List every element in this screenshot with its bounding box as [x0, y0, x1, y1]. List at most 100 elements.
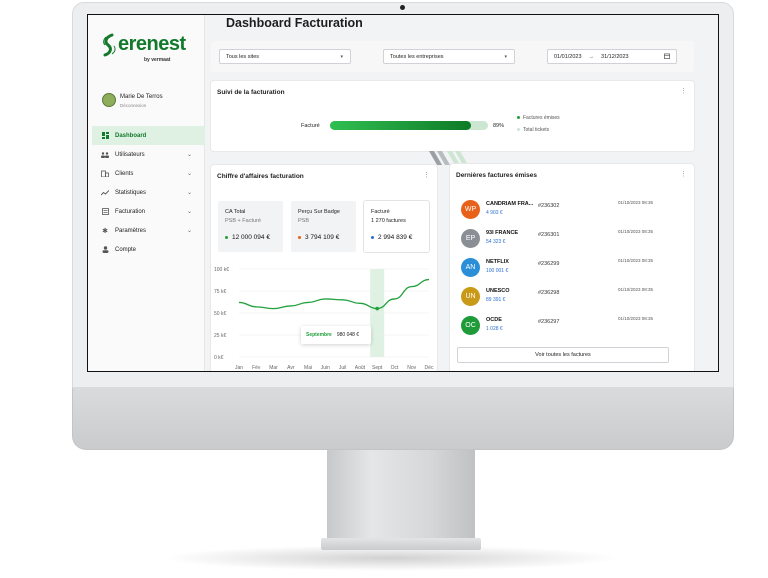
x-tick-label: Avr — [287, 365, 295, 371]
y-tick-label: 75 k€ — [214, 289, 226, 295]
sidebar: erenest by vermaat Marie De Terros Décon… — [88, 15, 205, 371]
sidebar-item-dashboard[interactable]: Dashboard — [92, 126, 205, 145]
tooltip-label: Septembre — [306, 332, 332, 338]
y-tick-label: 100 k€ — [214, 267, 229, 273]
sidebar-item-facturation[interactable]: Facturation ⌄ — [92, 202, 205, 221]
invoice-date: 01/10/2023 08:35 — [618, 229, 654, 234]
kpi-dot — [225, 235, 228, 239]
see-all-invoices-button[interactable]: Voir toutes les factures — [457, 347, 669, 363]
kpi-dot — [298, 235, 301, 239]
invoice-amount: 100 001 € — [486, 268, 509, 274]
invoice-number: #236299 — [538, 261, 560, 267]
legend-item: Total tickets — [517, 127, 549, 133]
company-name: OCDE — [486, 317, 502, 323]
date-range-picker[interactable]: 01/01/2023 → 31/12/2023 — [547, 49, 677, 64]
invoice-amount: 54 323 € — [486, 239, 506, 245]
sidebar-item-label: Facturation — [115, 208, 146, 215]
x-tick-label: Nov — [407, 365, 416, 371]
sidebar-item-label: Paramètres — [115, 227, 147, 234]
entreprises-select-value: Toutes les entreprises — [390, 53, 444, 60]
more-options-icon[interactable]: ⋮ — [680, 170, 687, 178]
sidebar-item-statistiques[interactable]: Statistiques ⌄ — [92, 183, 205, 202]
chevron-down-icon: ⌄ — [186, 152, 192, 158]
legend-label: Factures émises — [523, 115, 560, 121]
y-tick-label: 50 k€ — [214, 311, 226, 317]
kpi-subtitle: 1 270 factures — [371, 218, 406, 224]
more-options-icon[interactable]: ⋮ — [680, 87, 687, 95]
invoice-number: #236302 — [538, 203, 560, 209]
more-options-icon[interactable]: ⋮ — [423, 171, 430, 179]
progress-label: Facturé — [301, 123, 320, 129]
y-tick-label: 25 k€ — [214, 333, 226, 339]
chart-tooltip: Septembre 980 048 € — [301, 326, 371, 344]
sites-select[interactable]: Tous les sites ▾ — [219, 49, 351, 64]
factures-title: Dernières factures émises — [456, 172, 537, 179]
x-tick-label: Fév — [252, 365, 261, 371]
calendar-icon — [664, 53, 670, 61]
invoice-number: #236298 — [538, 290, 560, 296]
chevron-down-icon: ▾ — [340, 54, 343, 60]
entreprises-select[interactable]: Toutes les entreprises ▾ — [383, 49, 515, 64]
x-tick-label: Déc — [425, 365, 434, 371]
x-tick-label: Mai — [304, 365, 312, 371]
company-avatar: OC — [461, 316, 480, 335]
clients-icon — [101, 170, 109, 178]
kpi-subtitle: PSB + Facturé — [225, 218, 261, 224]
x-tick-label: Août — [355, 365, 366, 371]
kpi-title: Perçu Sur Badge — [298, 209, 340, 215]
data-point — [375, 306, 379, 311]
kpi-subtitle: PSB — [298, 218, 310, 224]
legend-item: Factures émises — [517, 115, 560, 121]
date-arrow-icon: → — [588, 53, 595, 60]
company-name: UNESCO — [486, 288, 510, 294]
suivi-title: Suivi de la facturation — [217, 89, 285, 96]
sidebar-item-compte[interactable]: Compte — [92, 240, 205, 259]
kpi-percu-badge[interactable]: Perçu Sur Badge PSB 3 794 109 € — [291, 201, 356, 252]
company-avatar: EP — [461, 229, 480, 248]
sidebar-item-utilisateurs[interactable]: Utilisateurs ⌄ — [92, 145, 205, 164]
list-item[interactable]: WP CANDRIAM FRA... 4 903 € #236302 01/10… — [461, 198, 686, 225]
x-tick-label: Mar — [269, 365, 278, 371]
company-name: CANDRIAM FRA... — [486, 201, 534, 207]
invoice-date: 01/10/2023 08:35 — [618, 287, 654, 292]
user-name: Marie De Terros — [120, 94, 163, 100]
tooltip-value: 980 048 € — [336, 332, 360, 338]
sites-select-value: Tous les sites — [226, 53, 260, 60]
kpi-title: Facturé — [371, 209, 390, 215]
kpi-facture[interactable]: Facturé 1 270 factures 2 994 839 € — [364, 201, 429, 252]
chevron-down-icon: ⌄ — [186, 171, 192, 177]
x-tick-label: Oct — [391, 365, 399, 371]
users-icon — [101, 151, 109, 159]
invoice-amount: 4 903 € — [486, 210, 503, 216]
filter-bar: Tous les sites ▾ Toutes les entreprises … — [211, 41, 694, 72]
company-name: 93I FRANCE — [486, 230, 519, 236]
gear-icon: ✱ — [102, 227, 108, 235]
progress-percent: 89% — [493, 123, 505, 129]
company-avatar: UN — [461, 287, 480, 306]
page-title: Dashboard Facturation — [226, 16, 363, 30]
list-item[interactable]: OC OCDE 1 028 € #236297 01/10/2023 08:35 — [461, 314, 686, 341]
list-item[interactable]: EP 93I FRANCE 54 323 € #236301 01/10/202… — [461, 227, 686, 254]
invoice-amount: 89 391 € — [486, 297, 506, 303]
invoice-date: 01/10/2023 08:35 — [618, 316, 654, 321]
kpi-ca-total[interactable]: CA Total PSB + Facturé 12 000 094 € — [218, 201, 283, 252]
logout-link[interactable]: Déconnexion — [120, 103, 146, 108]
ca-card: Chiffre d'affaires facturation ⋮ CA Tota… — [211, 165, 437, 371]
x-tick-label: Juil — [339, 365, 347, 371]
monitor-foot — [321, 538, 481, 550]
progress-track — [330, 121, 488, 130]
sidebar-item-label: Compte — [115, 246, 137, 253]
progress-fill — [330, 121, 471, 130]
sidebar-item-parametres[interactable]: ✱ Paramètres ⌄ — [92, 221, 205, 240]
kpi-title: CA Total — [225, 209, 246, 215]
x-tick-label: Sept — [372, 365, 383, 371]
brand-name: erenest — [118, 33, 186, 55]
avatar[interactable] — [102, 93, 116, 107]
sidebar-item-label: Statistiques — [115, 189, 147, 196]
kpi-value: 3 794 109 € — [305, 234, 340, 241]
date-to: 31/12/2023 — [601, 53, 629, 60]
list-item[interactable]: UN UNESCO 89 391 € #236298 01/10/2023 08… — [461, 285, 686, 312]
sidebar-item-clients[interactable]: Clients ⌄ — [92, 164, 205, 183]
list-item[interactable]: AN NETFLIX 100 001 € #236299 01/10/2023 … — [461, 256, 686, 283]
account-icon — [101, 246, 109, 254]
